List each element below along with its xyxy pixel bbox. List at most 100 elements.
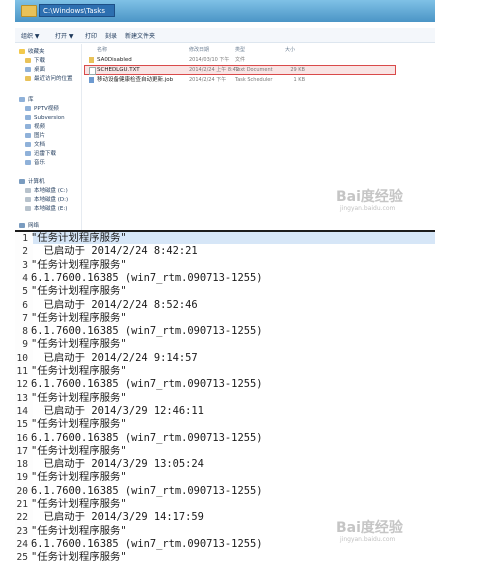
nav-lib-music[interactable]: 音乐 bbox=[25, 159, 45, 167]
file-row[interactable]: SA0Disabled 2014/03/10 下午 文件 bbox=[85, 56, 395, 64]
task-file-icon bbox=[89, 77, 94, 83]
line-number: 18 bbox=[16, 459, 28, 471]
column-name[interactable]: 名称 bbox=[97, 46, 107, 53]
nav-desktop[interactable]: 桌面 bbox=[25, 66, 45, 74]
editor-line: "任务计划程序服务" bbox=[31, 258, 127, 271]
editor-line: 已启动于 2014/2/24 8:42:21 bbox=[31, 245, 198, 258]
new-folder-button[interactable]: 新建文件夹 bbox=[125, 31, 155, 40]
drive-icon bbox=[25, 206, 31, 211]
editor-line: "任务计划程序服务" bbox=[31, 418, 127, 431]
desktop-icon bbox=[25, 67, 31, 72]
picture-icon bbox=[25, 133, 31, 138]
video-library-icon bbox=[25, 106, 31, 111]
burn-button[interactable]: 刻录 bbox=[105, 31, 117, 40]
nav-drive-d[interactable]: 本地磁盘 (D:) bbox=[25, 196, 68, 204]
open-button[interactable]: 打开 ▼ bbox=[55, 31, 74, 40]
nav-lib-pptv[interactable]: PPTV视频 bbox=[25, 105, 59, 113]
line-number: 15 bbox=[16, 419, 28, 431]
line-number: 8 bbox=[22, 326, 28, 338]
editor-line: "任务计划程序服务" bbox=[31, 551, 127, 564]
line-number: 20 bbox=[16, 485, 28, 497]
drive-icon bbox=[25, 197, 31, 202]
drive-icon bbox=[25, 188, 31, 193]
line-number: 12 bbox=[16, 379, 28, 391]
watermark-logo: Bai度经验 bbox=[336, 189, 403, 205]
editor-line: 6.1.7600.16385 (win7_rtm.090713-1255) bbox=[31, 325, 263, 338]
line-number: 10 bbox=[16, 352, 28, 364]
editor-line: "任务计划程序服务" bbox=[31, 391, 127, 404]
line-number: 17 bbox=[16, 445, 28, 457]
editor-line: "任务计划程序服务" bbox=[31, 444, 127, 457]
nav-drive-e[interactable]: 本地磁盘 (E:) bbox=[25, 205, 67, 213]
editor-line: 已启动于 2014/2/24 9:14:57 bbox=[31, 351, 198, 364]
editor-line: "任务计划程序服务" bbox=[31, 285, 127, 298]
document-icon bbox=[25, 142, 31, 147]
star-icon bbox=[19, 49, 25, 54]
line-number: 3 bbox=[22, 259, 28, 271]
nav-lib-subversion[interactable]: Subversion bbox=[25, 114, 65, 122]
print-button[interactable]: 打印 bbox=[85, 31, 97, 40]
address-bar[interactable]: C:\Windows\Tasks bbox=[39, 4, 115, 17]
editor-line: 已启动于 2014/3/29 12:46:11 bbox=[31, 404, 204, 417]
editor-line: 6.1.7600.16385 (win7_rtm.090713-1255) bbox=[31, 378, 263, 391]
editor-line: "任务计划程序服务" bbox=[31, 338, 127, 351]
nav-network[interactable]: 网络 bbox=[19, 222, 39, 230]
file-row-selected[interactable]: SCHEDLGU.TXT 2014/2/24 上午 8:42 Text Docu… bbox=[84, 65, 396, 75]
line-number: 13 bbox=[16, 392, 28, 404]
nav-lib-xunlei[interactable]: 迅雷下载 bbox=[25, 150, 56, 158]
download-icon bbox=[25, 151, 31, 156]
editor-line: 6.1.7600.16385 (win7_rtm.090713-1255) bbox=[31, 431, 263, 444]
line-number: 4 bbox=[22, 272, 28, 284]
editor-line: "任务计划程序服务" bbox=[31, 498, 127, 510]
line-number: 24 bbox=[16, 538, 28, 550]
editor-line: "任务计划程序服务" bbox=[31, 232, 127, 244]
line-number: 25 bbox=[16, 552, 28, 564]
recent-icon bbox=[25, 76, 31, 81]
nav-drive-c[interactable]: 本地磁盘 (C:) bbox=[25, 187, 68, 195]
column-date[interactable]: 修改日期 bbox=[189, 46, 209, 53]
line-number: 7 bbox=[22, 312, 28, 324]
library-icon bbox=[25, 115, 31, 120]
watermark-url: jingyan.baidu.com bbox=[340, 536, 396, 543]
watermark-logo: Bai度经验 bbox=[336, 520, 403, 536]
nav-computer[interactable]: 计算机 bbox=[19, 178, 45, 186]
editor-line: 已启动于 2014/2/24 8:52:46 bbox=[31, 298, 198, 311]
library-icon bbox=[19, 97, 25, 102]
folder-icon bbox=[25, 58, 31, 63]
text-file-icon bbox=[89, 67, 96, 75]
nav-lib-videos[interactable]: 视频 bbox=[25, 123, 45, 131]
nav-lib-pictures[interactable]: 图片 bbox=[25, 132, 45, 140]
file-row[interactable]: 移动设备健康检查自动更新.job 2014/2/24 下午 Task Sched… bbox=[85, 76, 395, 84]
editor-line: "任务计划程序服务" bbox=[31, 365, 127, 377]
nav-downloads[interactable]: 下载 bbox=[25, 57, 45, 65]
line-number: 21 bbox=[16, 499, 28, 510]
watermark-url: jingyan.baidu.com bbox=[340, 205, 396, 212]
line-number: 9 bbox=[22, 339, 28, 351]
folder-icon bbox=[21, 5, 37, 17]
computer-icon bbox=[19, 179, 25, 184]
column-size[interactable]: 大小 bbox=[285, 46, 295, 53]
line-number: 2 bbox=[22, 246, 28, 258]
editor-line: 6.1.7600.16385 (win7_rtm.090713-1255) bbox=[31, 271, 263, 284]
nav-favorites[interactable]: 收藏夹 bbox=[19, 48, 45, 56]
line-number: 23 bbox=[16, 525, 28, 537]
folder-icon bbox=[89, 57, 94, 63]
nav-recent[interactable]: 最近访问的位置 bbox=[25, 75, 73, 83]
video-icon bbox=[25, 124, 31, 129]
title-bar: C:\Windows\Tasks bbox=[15, 0, 435, 22]
command-bar: 组织 ▼ 打开 ▼ 打印 刻录 新建文件夹 bbox=[15, 28, 435, 43]
editor-line: 已启动于 2014/3/29 13:05:24 bbox=[31, 458, 204, 471]
line-number: 1 bbox=[22, 233, 28, 244]
column-type[interactable]: 类型 bbox=[235, 46, 245, 53]
nav-lib-documents[interactable]: 文档 bbox=[25, 141, 45, 149]
music-icon bbox=[25, 160, 31, 165]
line-number: 19 bbox=[16, 472, 28, 484]
line-number: 6 bbox=[22, 299, 28, 311]
text-editor[interactable]: 1 2 3 4 5 6 7 8 9 10 11 12 13 14 15 16 17 18 19 20 21 22 23 24 2… bbox=[15, 230, 435, 563]
editor-line: "任务计划程序服务" bbox=[31, 471, 127, 484]
line-number: 16 bbox=[16, 432, 28, 444]
nav-libraries[interactable]: 库 bbox=[19, 96, 34, 104]
organize-button[interactable]: 组织 ▼ bbox=[21, 31, 40, 40]
network-icon bbox=[19, 223, 25, 228]
editor-line: "任务计划程序服务" bbox=[31, 311, 127, 324]
